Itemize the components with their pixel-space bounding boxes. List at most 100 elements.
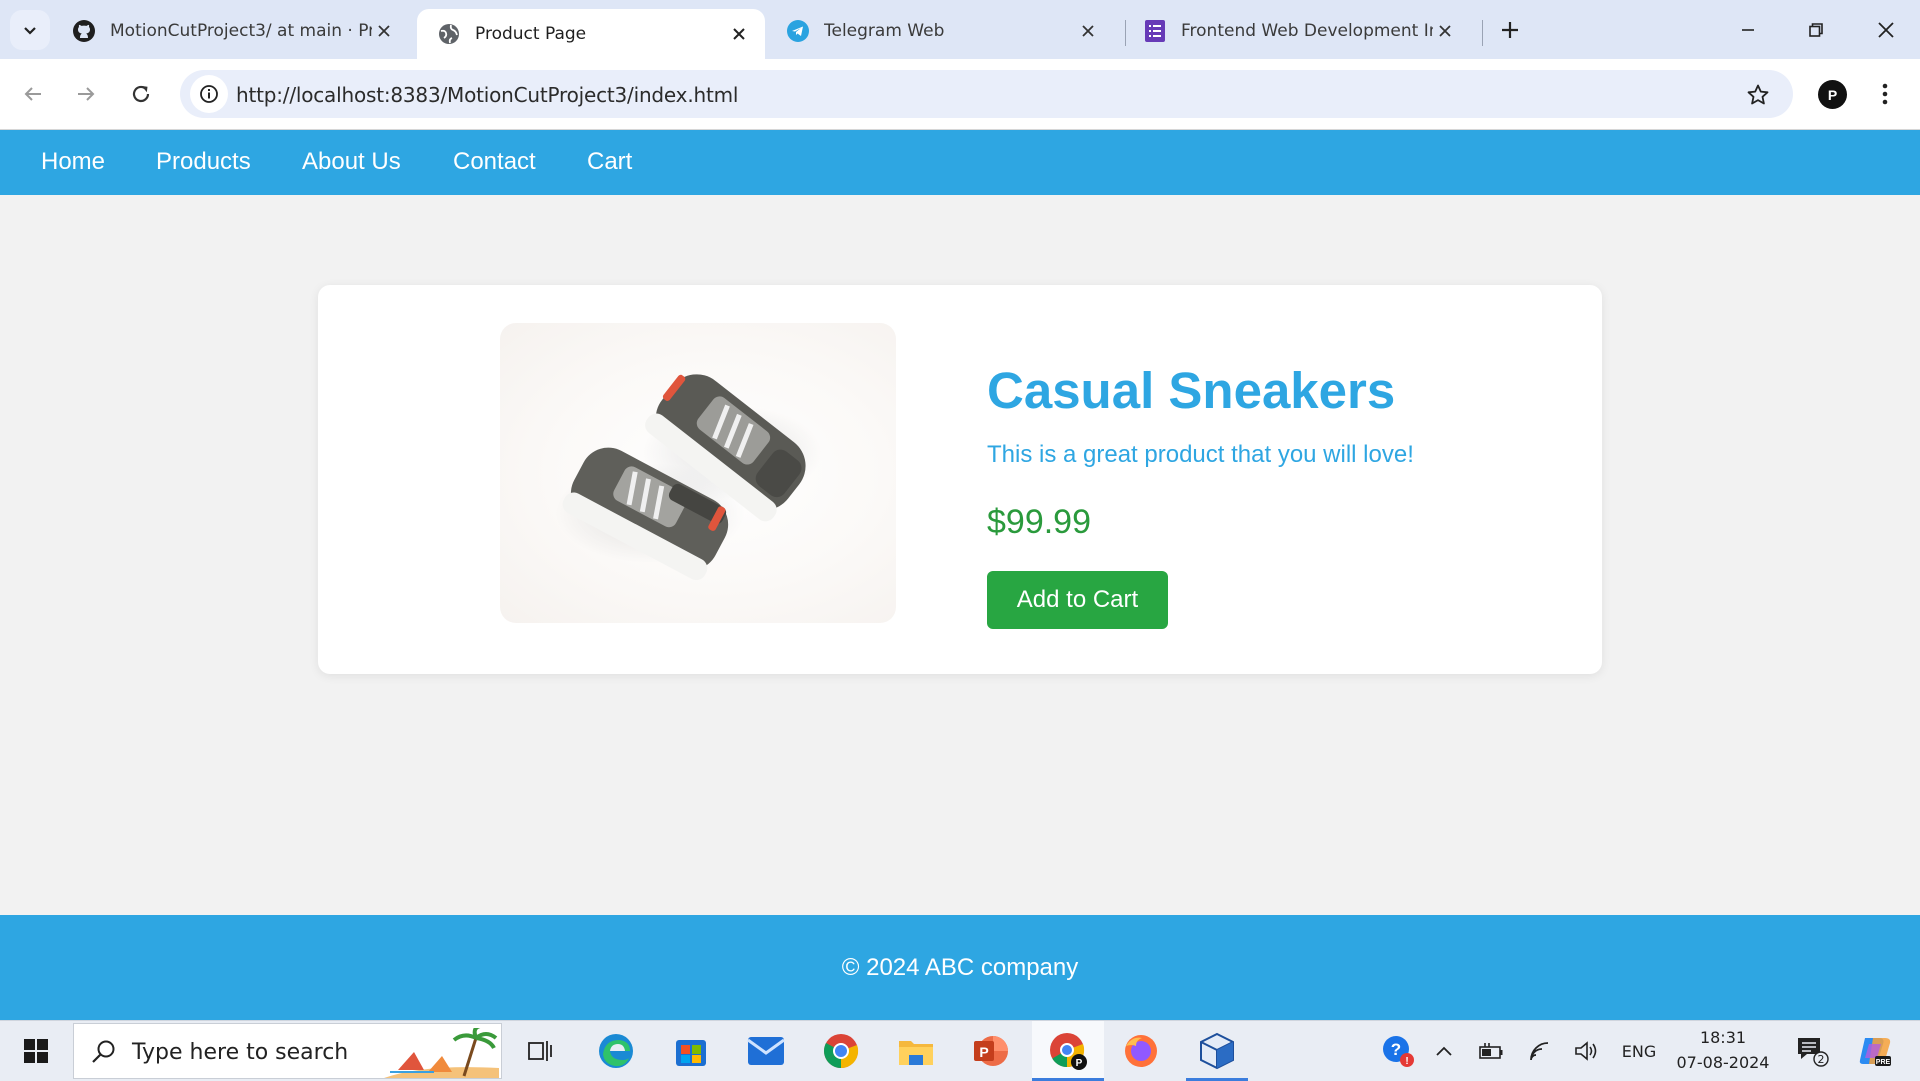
beach-illustration-icon bbox=[384, 1028, 499, 1078]
close-icon[interactable] bbox=[727, 22, 751, 46]
tray-notifications[interactable]: 2 bbox=[1792, 1021, 1832, 1081]
chevron-up-icon bbox=[1436, 1046, 1452, 1056]
close-window-button[interactable] bbox=[1856, 8, 1916, 52]
tray-network[interactable] bbox=[1525, 1021, 1555, 1081]
taskbar-powerpoint[interactable]: P bbox=[965, 1021, 1017, 1081]
tray-help[interactable]: ?! bbox=[1380, 1021, 1416, 1081]
tray-copilot[interactable]: PRE bbox=[1852, 1021, 1898, 1081]
profile-avatar[interactable]: P bbox=[1818, 80, 1847, 109]
tab-google-form[interactable]: Frontend Web Development Int bbox=[1123, 9, 1471, 53]
task-view-icon bbox=[528, 1041, 552, 1061]
arrow-left-icon bbox=[24, 87, 41, 101]
tab-telegram[interactable]: Telegram Web bbox=[766, 9, 1114, 53]
taskbar-file-explorer[interactable] bbox=[890, 1021, 942, 1081]
tab-title: MotionCutProject3/ at main · Pr bbox=[110, 21, 372, 41]
forward-button[interactable] bbox=[66, 74, 106, 114]
chrome-profile-icon: P bbox=[1050, 1033, 1087, 1070]
edge-icon bbox=[599, 1034, 633, 1068]
file-explorer-icon bbox=[899, 1041, 933, 1065]
sneakers-photo bbox=[555, 374, 822, 581]
restore-icon bbox=[1809, 23, 1823, 37]
tray-volume[interactable] bbox=[1572, 1021, 1602, 1081]
taskbar-chrome-profile[interactable]: P bbox=[1032, 1021, 1104, 1081]
tab-title: Frontend Web Development Int bbox=[1181, 21, 1433, 41]
language-indicator: ENG bbox=[1621, 1041, 1657, 1061]
restore-button[interactable] bbox=[1786, 8, 1846, 52]
info-icon bbox=[200, 85, 218, 103]
close-icon[interactable] bbox=[1076, 19, 1100, 43]
site-footer: © 2024 ABC company bbox=[0, 915, 1920, 1020]
chrome-icon bbox=[824, 1034, 859, 1069]
product-card: Casual Sneakers This is a great product … bbox=[318, 285, 1602, 674]
search-icon bbox=[92, 1040, 115, 1063]
add-to-cart-button[interactable]: Add to Cart bbox=[987, 571, 1168, 629]
address-bar[interactable]: http://localhost:8383/MotionCutProject3/… bbox=[180, 70, 1793, 118]
footer-copyright: © 2024 ABC company bbox=[841, 953, 1079, 981]
nav-link-cart[interactable]: Cart bbox=[587, 148, 632, 176]
plus-icon bbox=[1502, 22, 1518, 38]
taskbar-edge[interactable] bbox=[590, 1021, 642, 1081]
nav-link-about-us[interactable]: About Us bbox=[302, 148, 401, 176]
url-text[interactable]: http://localhost:8383/MotionCutProject3/… bbox=[236, 83, 738, 107]
windows-taskbar: Type here to search P P ? ! ENG 18:31 07… bbox=[0, 1020, 1920, 1081]
taskbar-firefox[interactable] bbox=[1115, 1021, 1167, 1081]
box-app-icon bbox=[1200, 1032, 1234, 1070]
taskbar-box-app[interactable] bbox=[1186, 1021, 1248, 1081]
search-placeholder: Type here to search bbox=[132, 1040, 349, 1065]
windows-logo-icon bbox=[24, 1039, 48, 1063]
close-icon[interactable] bbox=[1433, 19, 1457, 43]
minimize-icon bbox=[1742, 29, 1754, 31]
tray-battery[interactable] bbox=[1476, 1021, 1506, 1081]
taskbar-task-view[interactable] bbox=[518, 1021, 562, 1081]
tab-product-page[interactable]: Product Page bbox=[417, 9, 765, 59]
tray-show-hidden[interactable] bbox=[1429, 1021, 1459, 1081]
browser-menu-button[interactable] bbox=[1870, 79, 1900, 109]
nav-link-products[interactable]: Products bbox=[156, 148, 251, 176]
arrow-right-icon bbox=[78, 87, 95, 101]
product-price: $99.99 bbox=[987, 503, 1091, 541]
taskbar-clock[interactable]: 18:31 07-08-2024 bbox=[1668, 1025, 1778, 1075]
close-icon bbox=[1878, 22, 1894, 38]
taskbar-chrome[interactable] bbox=[815, 1021, 867, 1081]
product-title: Casual Sneakers bbox=[987, 362, 1396, 419]
product-description: This is a great product that you will lo… bbox=[987, 441, 1414, 468]
site-info-button[interactable] bbox=[190, 75, 228, 113]
product-image bbox=[500, 323, 896, 623]
battery-icon bbox=[1479, 1043, 1503, 1059]
star-icon bbox=[1747, 84, 1769, 105]
svg-text:P: P bbox=[1076, 1058, 1083, 1069]
new-tab-button[interactable] bbox=[1494, 14, 1526, 46]
tab-search-button[interactable] bbox=[10, 10, 50, 50]
taskbar-store[interactable] bbox=[665, 1021, 717, 1081]
close-icon[interactable] bbox=[372, 19, 396, 43]
nav-link-home[interactable]: Home bbox=[41, 148, 105, 176]
wifi-icon bbox=[1530, 1042, 1549, 1061]
github-icon bbox=[72, 19, 96, 43]
start-button[interactable] bbox=[10, 1021, 62, 1081]
bookmark-button[interactable] bbox=[1745, 82, 1771, 108]
nav-link-contact[interactable]: Contact bbox=[453, 148, 536, 176]
clock-date: 07-08-2024 bbox=[1676, 1053, 1770, 1072]
back-button[interactable] bbox=[13, 74, 53, 114]
telegram-icon bbox=[786, 19, 810, 43]
site-navbar: Home Products About Us Contact Cart bbox=[0, 130, 1920, 195]
powerpoint-icon: P bbox=[974, 1036, 1008, 1066]
store-icon bbox=[676, 1040, 706, 1066]
svg-text:PRE: PRE bbox=[1876, 1059, 1891, 1066]
minimize-button[interactable] bbox=[1718, 8, 1778, 52]
taskbar-search-box[interactable]: Type here to search bbox=[73, 1023, 502, 1079]
more-vertical-icon bbox=[1882, 83, 1888, 105]
tab-github[interactable]: MotionCutProject3/ at main · Pr bbox=[52, 9, 410, 53]
svg-text:P: P bbox=[979, 1044, 988, 1060]
speaker-icon bbox=[1575, 1041, 1597, 1061]
notification-count: 2 bbox=[1817, 1053, 1825, 1066]
tab-title: Product Page bbox=[475, 24, 587, 44]
tray-language[interactable]: ENG bbox=[1615, 1021, 1663, 1081]
globe-icon bbox=[437, 22, 461, 46]
taskbar-mail[interactable] bbox=[740, 1021, 792, 1081]
tab-title: Telegram Web bbox=[824, 21, 945, 41]
copilot-icon: PRE bbox=[1859, 1038, 1891, 1066]
firefox-icon bbox=[1125, 1035, 1157, 1067]
reload-button[interactable] bbox=[121, 74, 161, 114]
svg-text:!: ! bbox=[1405, 1056, 1408, 1067]
